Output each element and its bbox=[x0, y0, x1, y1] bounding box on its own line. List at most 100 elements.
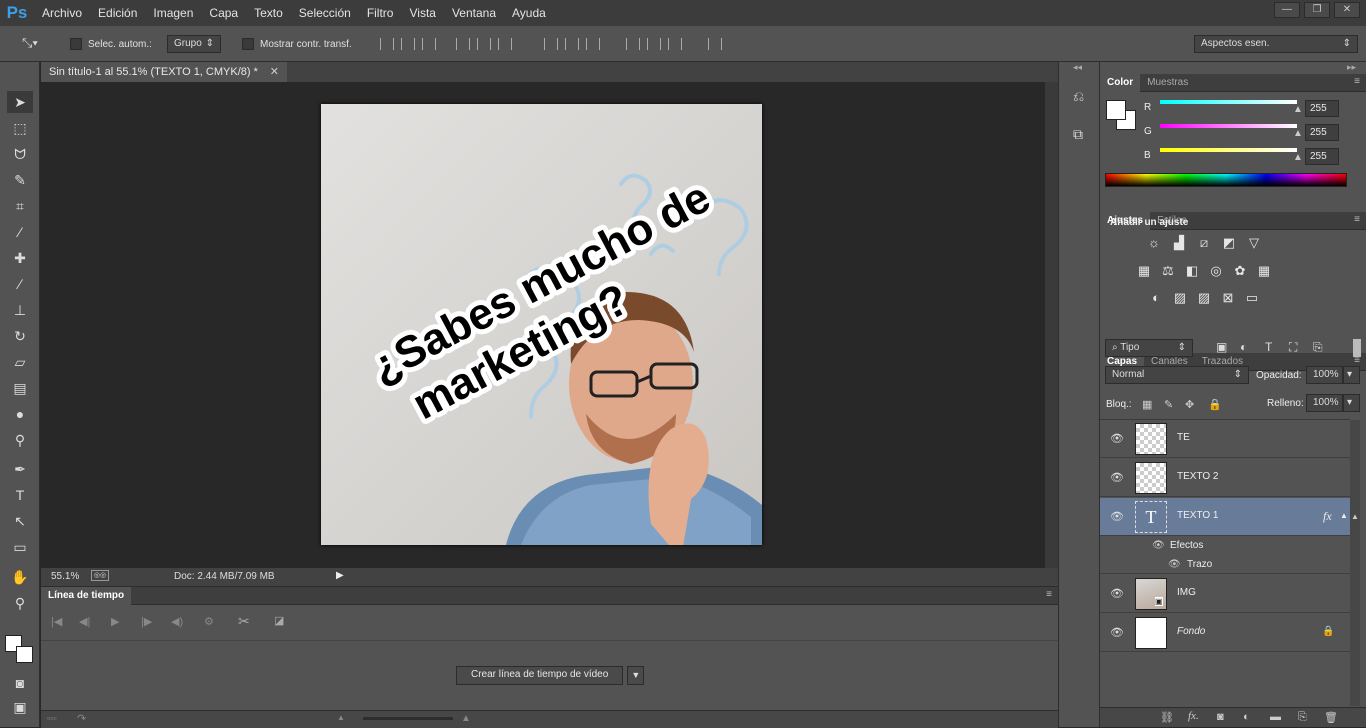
restore-button[interactable]: ❐ bbox=[1304, 2, 1330, 18]
collapse-panels-icon[interactable]: ▸▸ bbox=[1347, 62, 1356, 73]
threshold-icon[interactable]: ▨ bbox=[1196, 291, 1212, 305]
layer-effects-icon[interactable]: fx bbox=[1323, 509, 1332, 524]
create-video-timeline-button[interactable]: Crear línea de tiempo de vídeo bbox=[456, 666, 624, 685]
opacity-slider-toggle-icon[interactable]: ▾ bbox=[1343, 366, 1360, 384]
invert-icon[interactable]: ◐ bbox=[1148, 291, 1164, 305]
layer-row-selected[interactable]: 👁 T TEXTO 1 fx ▲ bbox=[1100, 498, 1350, 536]
menu-edicion[interactable]: Edición bbox=[90, 6, 145, 20]
layer-row[interactable]: 👁 TEXTO 2 bbox=[1100, 459, 1350, 497]
menu-imagen[interactable]: Imagen bbox=[145, 6, 201, 20]
history-brush-icon[interactable]: ↻ bbox=[7, 325, 33, 347]
document-tab[interactable]: Sin título-1 al 55.1% (TEXTO 1, CMYK/8) … bbox=[41, 62, 287, 82]
menu-vista[interactable]: Vista bbox=[401, 6, 443, 20]
align-left-icon[interactable] bbox=[456, 38, 470, 50]
selective-color-icon[interactable]: ⊠ bbox=[1220, 291, 1236, 305]
close-button[interactable]: ✕ bbox=[1334, 2, 1360, 18]
auto-select-dropdown[interactable]: Grupo ⇕ bbox=[167, 35, 221, 53]
play-icon[interactable]: ▶ bbox=[111, 615, 119, 628]
layer-filter-dropdown[interactable]: ⌕ Tipo ⇕ bbox=[1105, 339, 1193, 357]
panel-menu-icon[interactable]: ≡ bbox=[1354, 214, 1360, 225]
gradient-tool-icon[interactable]: ▤ bbox=[7, 377, 33, 399]
pen-tool-icon[interactable]: ✒ bbox=[7, 458, 33, 480]
lock-transparency-icon[interactable]: ▦ bbox=[1142, 398, 1152, 411]
auto-align-icon[interactable] bbox=[708, 38, 722, 50]
lock-all-icon[interactable]: 🔒 bbox=[1208, 398, 1222, 411]
quick-select-tool-icon[interactable]: ✎ bbox=[7, 169, 33, 191]
align-right-icon[interactable] bbox=[498, 38, 512, 50]
menu-archivo[interactable]: Archivo bbox=[34, 6, 90, 20]
channel-mixer-icon[interactable]: ✿ bbox=[1232, 264, 1248, 278]
channel-g-value[interactable]: 255 bbox=[1305, 124, 1339, 141]
type-tool-icon[interactable]: T bbox=[7, 484, 33, 506]
close-tab-icon[interactable]: ✕ bbox=[270, 65, 279, 78]
distribute-right-icon[interactable] bbox=[668, 38, 682, 50]
visibility-eye-icon[interactable]: 👁 bbox=[1110, 626, 1124, 639]
marquee-tool-icon[interactable]: ⬚ bbox=[7, 117, 33, 139]
stroke-effect-label[interactable]: Trazo bbox=[1187, 559, 1212, 570]
vibrance-icon[interactable]: ▽ bbox=[1246, 236, 1262, 250]
settings-gear-icon[interactable]: ⚙ bbox=[204, 615, 214, 628]
prev-frame-icon[interactable]: ◀| bbox=[79, 615, 90, 628]
lock-pixels-icon[interactable]: ✎ bbox=[1164, 398, 1173, 411]
color-lookup-icon[interactable]: ▦ bbox=[1256, 264, 1272, 278]
eraser-tool-icon[interactable]: ▱ bbox=[7, 351, 33, 373]
tab-swatches[interactable]: Muestras bbox=[1140, 74, 1195, 92]
quick-mask-icon[interactable]: ◙ bbox=[7, 672, 33, 694]
fill-slider-toggle-icon[interactable]: ▾ bbox=[1343, 394, 1360, 412]
panel-menu-icon[interactable]: ≡ bbox=[1046, 589, 1052, 600]
visibility-eye-icon[interactable]: 👁 bbox=[1110, 510, 1124, 523]
filter-adjustment-icon[interactable]: ◐ bbox=[1240, 340, 1247, 354]
canvas-scrollbar[interactable] bbox=[1045, 82, 1058, 568]
foreground-color-chip[interactable] bbox=[1106, 100, 1126, 120]
expand-effects-icon[interactable]: ▲ bbox=[1340, 511, 1348, 520]
effects-visibility-icon[interactable]: 👁 bbox=[1152, 540, 1165, 551]
filter-type-icon[interactable]: T bbox=[1265, 340, 1272, 354]
properties-panel-icon[interactable]: ⧉ bbox=[1073, 126, 1083, 143]
channel-r-value[interactable]: 255 bbox=[1305, 100, 1339, 117]
eyedropper-tool-icon[interactable]: ⁄ bbox=[7, 221, 33, 243]
layer-name[interactable]: TE bbox=[1177, 432, 1190, 443]
channel-b-slider[interactable] bbox=[1160, 148, 1297, 152]
slider-thumb-icon[interactable]: ▲ bbox=[1293, 104, 1303, 115]
crop-tool-icon[interactable]: ⌗ bbox=[7, 195, 33, 217]
convert-icon[interactable]: ↷ bbox=[77, 712, 86, 725]
align-top-icon[interactable] bbox=[380, 38, 394, 50]
path-select-icon[interactable]: ↖ bbox=[7, 510, 33, 532]
gradient-map-icon[interactable]: ▭ bbox=[1244, 291, 1260, 305]
effects-label[interactable]: Efectos bbox=[1170, 540, 1203, 551]
workspace-dropdown[interactable]: Aspectos esen. ⇕ bbox=[1194, 35, 1358, 53]
stroke-visibility-icon[interactable]: 👁 bbox=[1168, 559, 1181, 570]
blend-mode-dropdown[interactable]: Normal ⇕ bbox=[1105, 366, 1249, 384]
auto-select-checkbox[interactable] bbox=[70, 38, 82, 50]
move-tool-icon[interactable]: ⤡▾ bbox=[22, 35, 38, 51]
collapse-icon[interactable]: ◂◂ bbox=[1073, 62, 1082, 73]
brightness-icon[interactable]: ☼ bbox=[1146, 236, 1162, 250]
background-color-swatch[interactable] bbox=[16, 646, 33, 663]
slider-thumb-icon[interactable]: ▲ bbox=[1293, 152, 1303, 163]
minimize-button[interactable]: — bbox=[1274, 2, 1300, 18]
visibility-eye-icon[interactable]: 👁 bbox=[1110, 432, 1124, 445]
layer-name[interactable]: TEXTO 1 bbox=[1177, 510, 1219, 521]
photo-filter-icon[interactable]: ◎ bbox=[1208, 264, 1224, 278]
curves-icon[interactable]: ⧄ bbox=[1196, 236, 1212, 250]
stamp-tool-icon[interactable]: ⊥ bbox=[7, 299, 33, 321]
first-frame-icon[interactable]: |◀ bbox=[51, 615, 62, 628]
blur-tool-icon[interactable]: ● bbox=[7, 403, 33, 425]
black-white-icon[interactable]: ◧ bbox=[1184, 264, 1200, 278]
color-balance-icon[interactable]: ⚖ bbox=[1160, 264, 1176, 278]
posterize-icon[interactable]: ▨ bbox=[1172, 291, 1188, 305]
split-scissors-icon[interactable]: ✂ bbox=[238, 613, 250, 630]
fill-input[interactable]: 100% bbox=[1306, 394, 1343, 412]
filter-pixel-icon[interactable]: ▣ bbox=[1216, 340, 1227, 354]
visibility-eye-icon[interactable]: 👁 bbox=[1110, 471, 1124, 484]
new-layer-icon[interactable]: ⎘ bbox=[1298, 711, 1307, 724]
layer-row[interactable]: 👁 TE bbox=[1100, 420, 1350, 458]
scroll-up-icon[interactable]: ▲ bbox=[1351, 512, 1359, 521]
filter-toggle-switch[interactable] bbox=[1353, 339, 1361, 357]
exposure-icon[interactable]: ◩ bbox=[1221, 236, 1237, 250]
layer-name[interactable]: Fondo bbox=[1177, 626, 1205, 637]
menu-capa[interactable]: Capa bbox=[201, 6, 246, 20]
channel-b-value[interactable]: 255 bbox=[1305, 148, 1339, 165]
healing-brush-icon[interactable]: ✚ bbox=[7, 247, 33, 269]
brush-tool-icon[interactable]: ∕ bbox=[7, 273, 33, 295]
